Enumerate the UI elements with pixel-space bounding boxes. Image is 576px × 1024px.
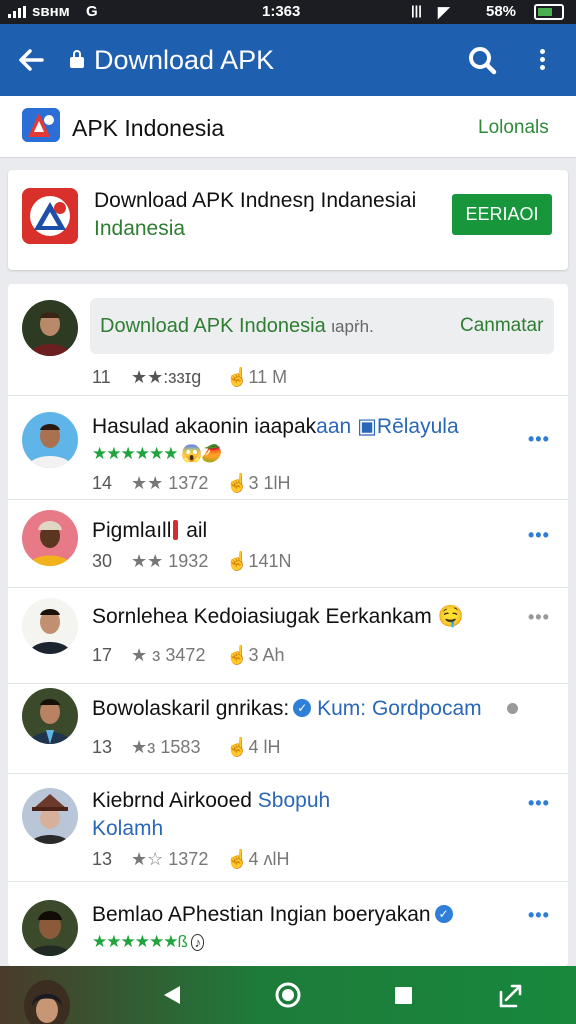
list-item: Pigmlaıll ail 30 ★★ 1932 ☝141N ••• xyxy=(8,500,568,588)
clock: 1:363 xyxy=(262,3,301,20)
post-text: Sornlehea Kedoiasiugak Eerkankam 🤤 xyxy=(92,605,464,628)
post-meta: 13 ★ɜ 1583 ☝4 lH xyxy=(92,737,281,757)
profile-avatar[interactable] xyxy=(24,980,70,1024)
locale-link[interactable]: Lolonals xyxy=(478,116,549,140)
rating: ★★:ɜɜɪg xyxy=(131,367,202,387)
apk-logo-icon xyxy=(22,108,60,142)
home-icon[interactable] xyxy=(273,980,303,1010)
featured-action-button[interactable]: EERIAOI xyxy=(452,194,552,235)
post-text: Hasulad akaonin iaapakaan ▣Rēlayula xyxy=(92,415,459,438)
avatar[interactable] xyxy=(22,688,78,744)
more-options-icon[interactable]: ••• xyxy=(528,608,550,626)
battery-percent: 58% xyxy=(486,3,517,20)
list-item: Bowolaskaril gnrikas: Kum: Gordpocam 13 … xyxy=(8,684,568,774)
comment-input[interactable]: Download APK Indonesia ιapṙh. Canmatar xyxy=(90,298,554,354)
more-options-icon[interactable]: ••• xyxy=(528,906,550,924)
signal-icon xyxy=(8,6,26,18)
recents-icon[interactable] xyxy=(388,980,418,1010)
status-dot xyxy=(507,703,518,714)
list-item: Bemlao APhestian Ingian boeryakan ★★★★★★… xyxy=(8,882,568,966)
lock-icon xyxy=(70,50,84,68)
comment-suffix: ιapṙh. xyxy=(331,317,374,336)
post-text: Bemlao APhestian Ingian boeryakan xyxy=(92,902,453,928)
star-rating: ★★★★★★ß ♪ xyxy=(92,932,205,953)
comment-feed: Download APK Indonesia ιapṙh. Canmatar 1… xyxy=(8,284,568,966)
avatar[interactable] xyxy=(22,788,78,844)
list-item: Download APK Indonesia ιapṙh. Canmatar 1… xyxy=(8,284,568,396)
featured-app-card[interactable]: Download APK Indnesŋ Indanesiai Indanesi… xyxy=(8,170,568,270)
status-bar: ѕвнм G 1:363 ||| ◤ 58% xyxy=(0,0,576,24)
search-icon[interactable] xyxy=(466,44,498,76)
brand-name: APK Indonesia xyxy=(72,115,225,141)
share-icon[interactable] xyxy=(496,980,526,1010)
post-meta: 17 ★ ɜ 3472 ☝3 Ah xyxy=(92,645,285,665)
app-bar: Download APK xyxy=(0,24,576,96)
app-icon xyxy=(22,188,78,244)
more-vertical-icon[interactable] xyxy=(530,42,554,78)
more-options-icon[interactable]: ••• xyxy=(528,794,550,812)
google-icon: G xyxy=(86,3,98,20)
system-nav-bar xyxy=(0,966,576,1024)
post-meta: 30 ★★ 1932 ☝141N xyxy=(92,551,292,571)
avatar[interactable] xyxy=(22,412,78,468)
post-meta: 11 ★★:ɜɜɪg ☝11 M xyxy=(92,366,287,388)
comment-text: Download APK Indonesia xyxy=(100,315,326,337)
back-arrow-icon[interactable] xyxy=(16,42,48,78)
battery-icon xyxy=(534,4,564,20)
featured-subtitle: Indanesia xyxy=(94,217,186,240)
wifi-icon: ◤ xyxy=(438,4,450,21)
back-icon[interactable] xyxy=(158,980,188,1010)
post-text-line2: Kolamh xyxy=(92,817,164,840)
list-item: Sornlehea Kedoiasiugak Eerkankam 🤤 17 ★ … xyxy=(8,588,568,684)
verified-icon xyxy=(293,699,312,717)
post-text: Pigmlaıll ail xyxy=(92,519,208,542)
featured-title: Download APK Indnesŋ Indanesiai xyxy=(94,189,417,212)
avatar[interactable] xyxy=(22,300,78,356)
list-item: Kiebrnd Airkooed Sbopuh Kolamh 13 ★☆ 137… xyxy=(8,774,568,882)
reply-count: 11 xyxy=(92,367,111,387)
avatar[interactable] xyxy=(22,510,78,566)
post-meta: 14 ★★ 1372 ☝3 1lH xyxy=(92,473,291,493)
list-item: Hasulad akaonin iaapakaan ▣Rēlayula ★★★★… xyxy=(8,396,568,500)
avatar[interactable] xyxy=(22,900,78,956)
comment-submit-button[interactable]: Canmatar xyxy=(460,314,543,338)
vibrate-icon: ||| xyxy=(411,3,422,18)
more-options-icon[interactable]: ••• xyxy=(528,526,550,544)
page-title: Download APK xyxy=(94,45,275,75)
post-text: Bowolaskaril gnrikas: Kum: Gordpocam xyxy=(92,696,482,722)
avatar[interactable] xyxy=(22,598,78,654)
post-text: Kiebrnd Airkooed Sbopuh xyxy=(92,789,331,812)
post-meta: 13 ★☆ 1372 ☝4 ʌlH xyxy=(92,849,290,869)
carrier-label: ѕвнм xyxy=(32,3,70,20)
likes[interactable]: ☝11 M xyxy=(226,367,287,387)
star-rating: ★★★★★★ 😱🥭 xyxy=(92,444,223,463)
verified-icon xyxy=(434,905,453,923)
brand-header: APK Indonesia Lolonals xyxy=(0,96,576,158)
more-options-icon[interactable]: ••• xyxy=(528,430,550,448)
badge: ▣Rēlayula xyxy=(357,415,459,438)
